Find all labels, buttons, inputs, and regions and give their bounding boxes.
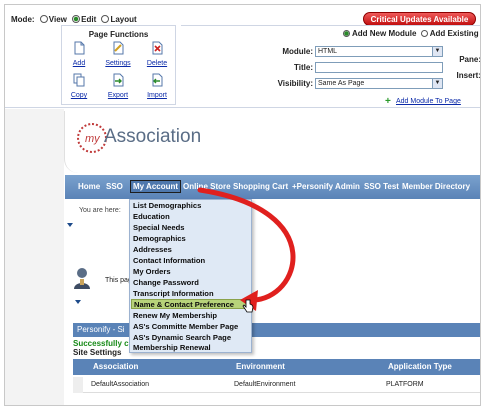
menu-item-addresses[interactable]: Addresses bbox=[133, 245, 172, 255]
page-functions-panel: Page Functions Add Settings Delete Copy … bbox=[61, 25, 176, 105]
user-avatar-icon bbox=[74, 268, 90, 289]
page-settings-button[interactable]: Settings bbox=[101, 41, 135, 67]
table-row[interactable]: DefaultAssociation DefaultEnvironment PL… bbox=[73, 377, 480, 393]
mode-label: Mode: bbox=[11, 15, 35, 24]
insert-label: Insert: bbox=[456, 71, 481, 80]
mode-selector: Mode: View Edit Layout bbox=[11, 15, 137, 24]
nav-home[interactable]: Home bbox=[78, 182, 100, 191]
page-export-button[interactable]: Export bbox=[101, 73, 135, 99]
module-add-options: Add New Module Add Existing M bbox=[341, 29, 480, 38]
add-existing-module-label[interactable]: Add Existing M bbox=[430, 29, 480, 38]
mode-edit-label[interactable]: Edit bbox=[81, 15, 96, 24]
page-delete-button[interactable]: Delete bbox=[140, 41, 174, 67]
page-add-label: Add bbox=[72, 60, 86, 67]
breadcrumb: You are here: bbox=[79, 207, 121, 214]
nav-online-store[interactable]: Online Store bbox=[183, 182, 231, 191]
import-icon bbox=[152, 73, 163, 87]
left-margin bbox=[5, 109, 64, 405]
page-functions-title: Page Functions bbox=[88, 30, 149, 39]
add-new-module-label[interactable]: Add New Module bbox=[352, 29, 416, 38]
settings-icon bbox=[113, 41, 124, 55]
logo-name: Association bbox=[104, 126, 202, 147]
nav-personify-admin[interactable]: +Personify Admin bbox=[292, 182, 360, 191]
nav-member-directory[interactable]: Member Directory bbox=[402, 182, 470, 191]
menu-item-change-password[interactable]: Change Password bbox=[133, 278, 199, 288]
success-message: Successfully c bbox=[73, 339, 129, 348]
add-new-module-radio[interactable] bbox=[343, 30, 350, 37]
module-label: Module: bbox=[282, 47, 313, 56]
module-panel: Add New Module Add Existing M Module: HT… bbox=[181, 25, 481, 107]
title-label: Title: bbox=[294, 63, 313, 72]
mode-view-label[interactable]: View bbox=[49, 15, 67, 24]
control-panel: Mode: View Edit Layout Critical Updates … bbox=[5, 5, 480, 108]
nav-sso[interactable]: SSO bbox=[106, 182, 123, 191]
nav-my-account[interactable]: My Account bbox=[130, 180, 182, 193]
this-page-text: This pag bbox=[105, 277, 132, 284]
critical-updates-button[interactable]: Critical Updates Available bbox=[363, 12, 476, 26]
add-module-link-label: Add Module To Page bbox=[396, 98, 461, 105]
delete-icon bbox=[152, 41, 163, 55]
add-module-link[interactable]: + Add Module To Page bbox=[385, 96, 461, 107]
menu-item-dynamic-search-page[interactable]: AS's Dynamic Search Page bbox=[133, 333, 231, 343]
add-page-icon bbox=[74, 41, 85, 55]
menu-item-my-orders[interactable]: My Orders bbox=[133, 267, 171, 277]
visibility-select-value: Same As Page bbox=[318, 80, 365, 87]
copy-icon bbox=[73, 73, 85, 87]
column-environment[interactable]: Environment bbox=[236, 359, 285, 375]
menu-item-special-needs[interactable]: Special Needs bbox=[133, 223, 185, 233]
nav-sso-test[interactable]: SSO Test bbox=[364, 182, 399, 191]
menu-item-list-demographics[interactable]: List Demographics bbox=[133, 201, 201, 211]
nav-shopping-cart[interactable]: Shopping Cart bbox=[233, 182, 288, 191]
menu-item-renew-my-membership[interactable]: Renew My Membership bbox=[133, 311, 217, 321]
page-add-button[interactable]: Add bbox=[62, 41, 96, 67]
plus-icon: + bbox=[385, 96, 391, 107]
menu-item-contact-information[interactable]: Contact Information bbox=[133, 256, 205, 266]
cell-application-type: PLATFORM bbox=[386, 381, 424, 388]
visibility-label: Visibility: bbox=[277, 79, 313, 88]
row-gutter bbox=[73, 377, 83, 393]
logo-my: my bbox=[85, 133, 100, 145]
column-association[interactable]: Association bbox=[93, 359, 138, 375]
chevron-down-icon: ▼ bbox=[432, 79, 442, 88]
page-copy-label: Copy bbox=[70, 92, 88, 99]
browser-frame: Mode: View Edit Layout Critical Updates … bbox=[4, 4, 481, 406]
mode-layout-label[interactable]: Layout bbox=[110, 15, 136, 24]
mode-view-radio[interactable] bbox=[39, 15, 48, 23]
menu-item-demographics[interactable]: Demographics bbox=[133, 234, 186, 244]
menu-item-transcript-information[interactable]: Transcript Information bbox=[133, 289, 214, 299]
my-account-dropdown: List Demographics Education Special Need… bbox=[129, 199, 252, 353]
collapse-arrow-icon[interactable] bbox=[67, 223, 73, 227]
module-select-value: HTML bbox=[318, 48, 338, 55]
cell-association: DefaultAssociation bbox=[91, 381, 149, 388]
site-settings-heading: Site Settings bbox=[73, 348, 122, 357]
cell-environment: DefaultEnvironment bbox=[234, 381, 296, 388]
export-icon bbox=[113, 73, 124, 87]
page-delete-label: Delete bbox=[146, 60, 168, 67]
page-content: You are here: This pag Personify - Si Su… bbox=[65, 199, 480, 405]
pane-label: Pane: bbox=[459, 55, 481, 64]
page-import-label: Import bbox=[147, 92, 167, 99]
page-export-label: Export bbox=[107, 92, 129, 99]
page-settings-label: Settings bbox=[105, 60, 131, 67]
menu-item-education[interactable]: Education bbox=[133, 212, 170, 222]
add-existing-module-radio[interactable] bbox=[420, 30, 428, 37]
column-application-type[interactable]: Application Type bbox=[388, 359, 452, 375]
menu-item-membership-renewal[interactable]: Membership Renewal bbox=[133, 343, 211, 353]
menu-item-name-contact-preference[interactable]: Name & Contact Preference bbox=[131, 299, 250, 309]
mode-layout-radio[interactable] bbox=[101, 15, 110, 23]
menu-item-committee-member-page[interactable]: AS's Committe Member Page bbox=[133, 322, 238, 332]
main-nav: Home SSO My Account Online Store Shoppin… bbox=[65, 175, 480, 199]
page-copy-button[interactable]: Copy bbox=[62, 73, 96, 99]
mode-edit-radio[interactable] bbox=[72, 15, 81, 23]
hand-cursor-icon bbox=[242, 299, 254, 313]
settings-table-header: Association Environment Application Type bbox=[73, 359, 480, 375]
collapse-arrow-icon[interactable] bbox=[75, 300, 81, 304]
page-import-button[interactable]: Import bbox=[140, 73, 174, 99]
